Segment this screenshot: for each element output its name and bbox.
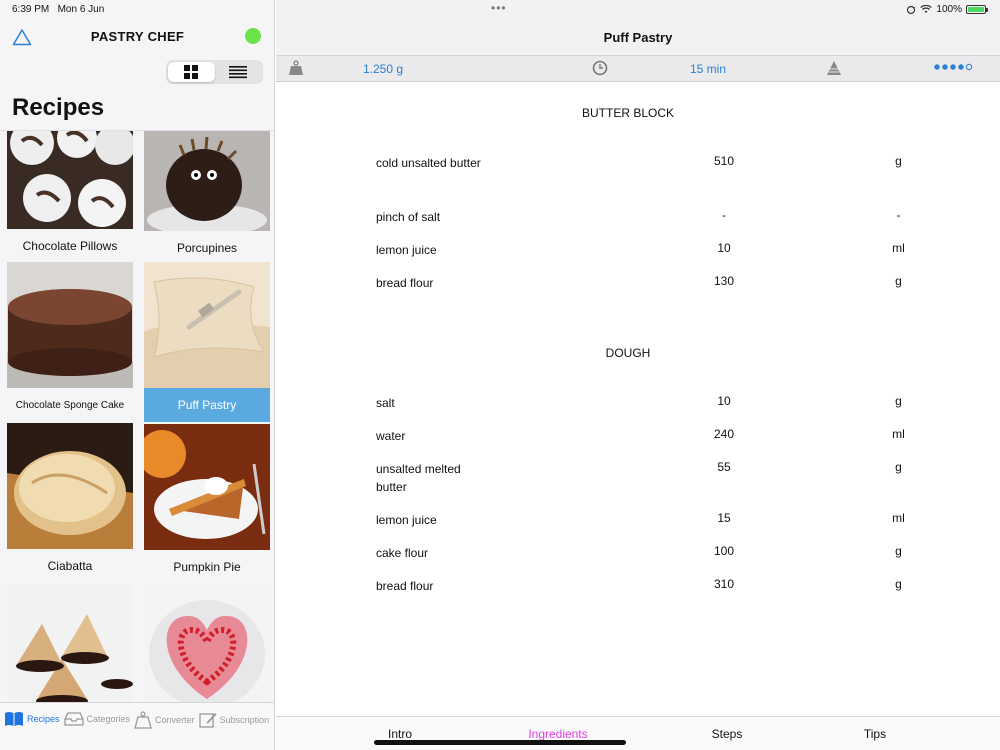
wifi-icon: [920, 5, 933, 13]
recipe-tile-pumpkin-pie[interactable]: Pumpkin Pie: [144, 424, 270, 584]
difficulty-dot-filled: [958, 64, 964, 70]
recipe-photo: [7, 131, 133, 229]
status-indicators: 100%: [906, 4, 988, 15]
rotation-lock-icon: [907, 5, 916, 14]
list-icon: [228, 66, 247, 79]
recipe-tile-macaroons[interactable]: [7, 584, 133, 702]
sidebar-tab-bar: Recipes Categories Converter Subscriptio…: [0, 702, 274, 750]
tab-intro[interactable]: Intro: [350, 727, 450, 741]
grid-view-button[interactable]: [168, 62, 215, 82]
tray-icon: [63, 712, 84, 726]
home-indicator[interactable]: [374, 740, 626, 745]
recipe-name: Ciabatta: [47, 559, 93, 573]
status-bar: 6:39 PM Mon 6 Jun ••• 100%: [0, 0, 1000, 18]
scale-icon: [134, 711, 152, 729]
tab-subscription[interactable]: Subscription: [198, 711, 269, 729]
recipe-photo: [144, 424, 270, 550]
recipe-tile-chocolate-pillows[interactable]: Chocolate Pillows: [7, 131, 133, 263]
edit-icon: [198, 713, 217, 728]
sidebar: PASTRY CHEF Recipes Chocolate Pillows Po…: [0, 0, 275, 750]
recipes-heading: Recipes: [12, 94, 105, 121]
app-title: PASTRY CHEF: [90, 29, 185, 44]
sidebar-header: PASTRY CHEF Recipes: [0, 18, 274, 130]
difficulty-dot-filled: [950, 64, 956, 70]
view-mode-toggle: [166, 60, 263, 84]
book-icon: [5, 712, 23, 726]
difficulty-dot-filled: [934, 64, 940, 70]
recipe-name: Puff Pastry: [144, 388, 270, 422]
multitasking-dots-icon[interactable]: •••: [491, 1, 507, 15]
recipe-tile-heart-cake[interactable]: [144, 584, 270, 702]
section-title-butter-block: BUTTER BLOCK: [581, 106, 674, 120]
tab-ingredients[interactable]: Ingredients: [508, 727, 608, 741]
battery-percent: 100%: [936, 4, 962, 15]
recipe-tile-chocolate-sponge-cake[interactable]: Chocolate Sponge Cake: [7, 262, 133, 422]
grid-icon: [184, 65, 199, 79]
tab-steps[interactable]: Steps: [677, 727, 777, 741]
recipe-name: Porcupines: [176, 241, 238, 255]
recipe-photo: [7, 423, 133, 549]
clock-icon: [592, 60, 608, 76]
recipe-name: Pumpkin Pie: [173, 560, 241, 574]
recipe-photo: [7, 584, 133, 702]
recipe-grid[interactable]: Chocolate Pillows Porcupines Chocolate S…: [0, 130, 274, 702]
tab-converter[interactable]: Converter: [134, 711, 195, 729]
difficulty-pyramid-icon: [827, 61, 841, 75]
section-title-dough: DOUGH: [605, 346, 651, 360]
tab-tips[interactable]: Tips: [825, 727, 925, 741]
recipe-photo: [144, 131, 270, 231]
recipe-name: Chocolate Pillows: [22, 239, 118, 253]
status-time: 6:39 PM Mon 6 Jun: [12, 4, 105, 15]
list-view-button[interactable]: [215, 62, 262, 82]
recipe-tile-puff-pastry[interactable]: Puff Pastry: [144, 262, 270, 422]
recipe-weight: 1.250 g: [363, 62, 404, 76]
sync-status-dot[interactable]: [245, 28, 261, 44]
recipe-tile-ciabatta[interactable]: Ciabatta: [7, 423, 133, 583]
tab-recipes[interactable]: Recipes: [4, 711, 60, 727]
recipe-title: Puff Pastry: [603, 30, 673, 45]
recipe-photo: [144, 262, 270, 388]
recipe-info-bar: 1.250 g 15 min: [276, 56, 1000, 82]
battery-icon: [966, 5, 988, 14]
difficulty-dots: [934, 63, 973, 71]
recipe-photo: [144, 584, 270, 702]
difficulty-rating: [933, 61, 973, 76]
weight-icon: [289, 60, 303, 75]
recipe-photo: [7, 262, 133, 388]
difficulty-dot-empty: [965, 63, 973, 71]
recipe-detail: Puff Pastry 1.250 g 15 min BUTTER BLOCK …: [276, 0, 1000, 750]
recipe-time: 15 min: [690, 62, 727, 76]
recipe-name: Chocolate Sponge Cake: [15, 399, 125, 411]
tab-categories[interactable]: Categories: [63, 711, 130, 727]
recipe-tile-porcupines[interactable]: Porcupines: [144, 131, 270, 265]
ingredients-list[interactable]: BUTTER BLOCK cold unsalted butter 510 g …: [276, 82, 1000, 716]
difficulty-dot-filled: [942, 64, 948, 70]
